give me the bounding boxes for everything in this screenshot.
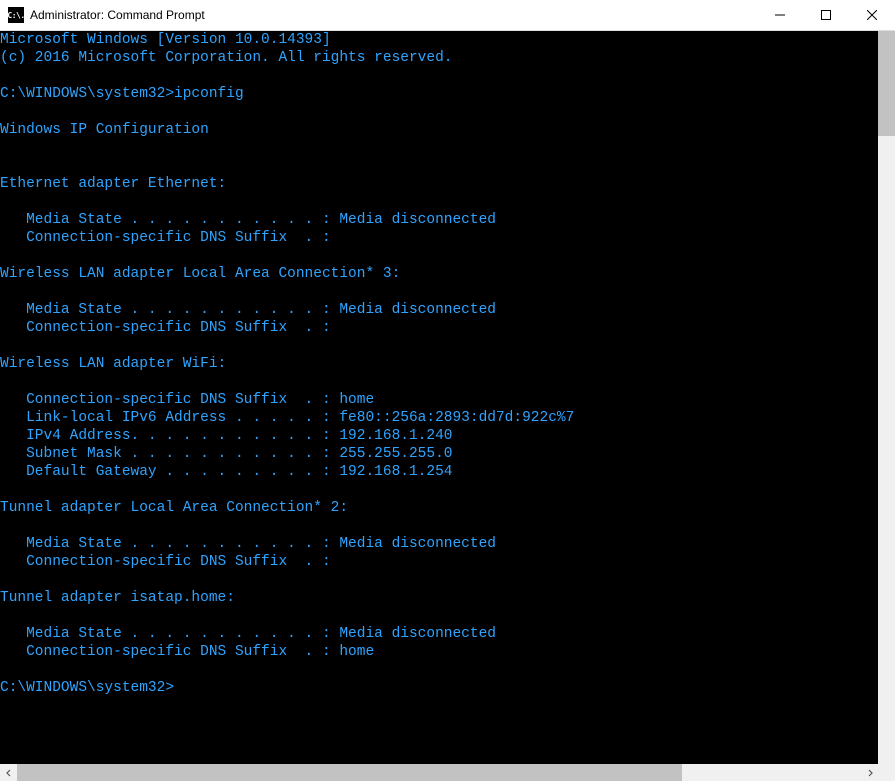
minimize-icon [775,10,785,20]
console-output[interactable]: Microsoft Windows [Version 10.0.14393] (… [0,31,878,764]
maximize-icon [821,10,831,20]
chevron-right-icon [866,769,874,777]
scrollbar-corner [878,764,895,781]
scroll-left-arrow[interactable] [0,764,17,781]
scroll-right-arrow[interactable] [861,764,878,781]
maximize-button[interactable] [803,0,849,30]
minimize-button[interactable] [757,0,803,30]
cmd-icon: C:\. [8,7,24,23]
close-icon [867,10,877,20]
close-button[interactable] [849,0,895,30]
horizontal-scrollbar[interactable] [0,764,895,781]
vertical-scroll-thumb[interactable] [878,31,895,136]
horizontal-scroll-track[interactable] [17,764,861,781]
console-area: Microsoft Windows [Version 10.0.14393] (… [0,31,895,764]
window-controls [757,0,895,30]
chevron-left-icon [5,769,13,777]
window-title: Administrator: Command Prompt [30,8,757,22]
vertical-scrollbar[interactable] [878,31,895,764]
window-titlebar[interactable]: C:\. Administrator: Command Prompt [0,0,895,31]
horizontal-scroll-thumb[interactable] [17,764,682,781]
